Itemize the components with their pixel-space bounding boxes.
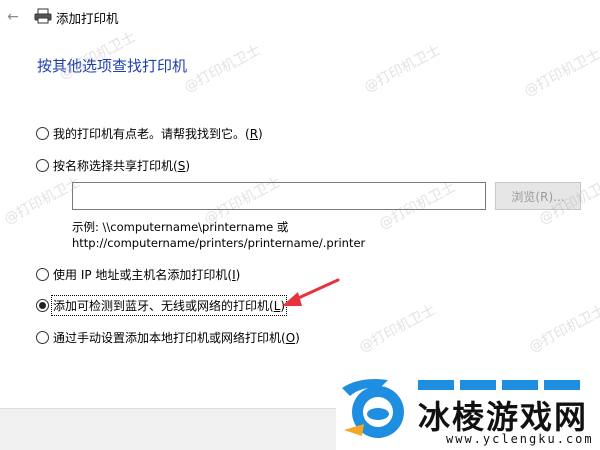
watermark: @打印机卫士	[356, 302, 439, 356]
option-label: 使用 IP 地址或主机名添加打印机(I)	[53, 267, 241, 282]
option-ip-hostname[interactable]: 使用 IP 地址或主机名添加打印机(I)	[36, 265, 240, 283]
shared-printer-name-input[interactable]	[72, 182, 486, 210]
example-text-line2: http://computername/printers/printername…	[72, 236, 366, 250]
option-label: 添加可检测到蓝牙、无线或网络的打印机(L)	[50, 294, 288, 316]
radio-manual-settings[interactable]	[36, 330, 49, 344]
option-bluetooth-wireless-network[interactable]: 添加可检测到蓝牙、无线或网络的打印机(L)	[36, 294, 288, 316]
option-manual-settings[interactable]: 通过手动设置添加本地打印机或网络打印机(O)	[36, 328, 300, 346]
option-shared-by-name[interactable]: 按名称选择共享打印机(S)	[36, 156, 190, 174]
logo-stripes	[418, 380, 580, 390]
radio-old-printer[interactable]	[36, 126, 49, 140]
option-label: 按名称选择共享打印机(S)	[53, 158, 191, 173]
option-label: 通过手动设置添加本地打印机或网络打印机(O)	[53, 330, 300, 345]
title-bar: ← 添加打印机	[0, 0, 600, 34]
annotation-arrow-icon	[282, 278, 340, 306]
site-logo-banner: 冰棱游戏网 www.yclengku.com	[336, 368, 600, 450]
watermark: @打印机卫士	[181, 42, 264, 96]
watermark: @打印机卫士	[521, 46, 600, 100]
site-logo-icon	[342, 379, 404, 438]
browse-button[interactable]: 浏览(R)...	[495, 182, 581, 210]
watermark: @打印机卫士	[526, 302, 600, 356]
watermark: @打印机卫士	[361, 42, 444, 96]
printer-icon	[34, 8, 52, 24]
radio-shared-by-name[interactable]	[36, 158, 49, 172]
page-heading: 按其他选项查找打印机	[37, 57, 188, 75]
option-old-printer[interactable]: 我的打印机有点老。请帮我找到它。(R)	[36, 124, 263, 142]
logo-site-url: www.yclengku.com	[446, 432, 594, 446]
example-text-line1: 示例: \\computername\printername 或	[72, 220, 289, 234]
window-title: 添加打印机	[56, 11, 119, 26]
option-label: 我的打印机有点老。请帮我找到它。(R)	[53, 126, 263, 141]
radio-bluetooth-wireless-network[interactable]	[36, 298, 49, 312]
radio-ip-hostname[interactable]	[36, 267, 49, 281]
back-arrow-icon[interactable]: ←	[4, 8, 22, 26]
